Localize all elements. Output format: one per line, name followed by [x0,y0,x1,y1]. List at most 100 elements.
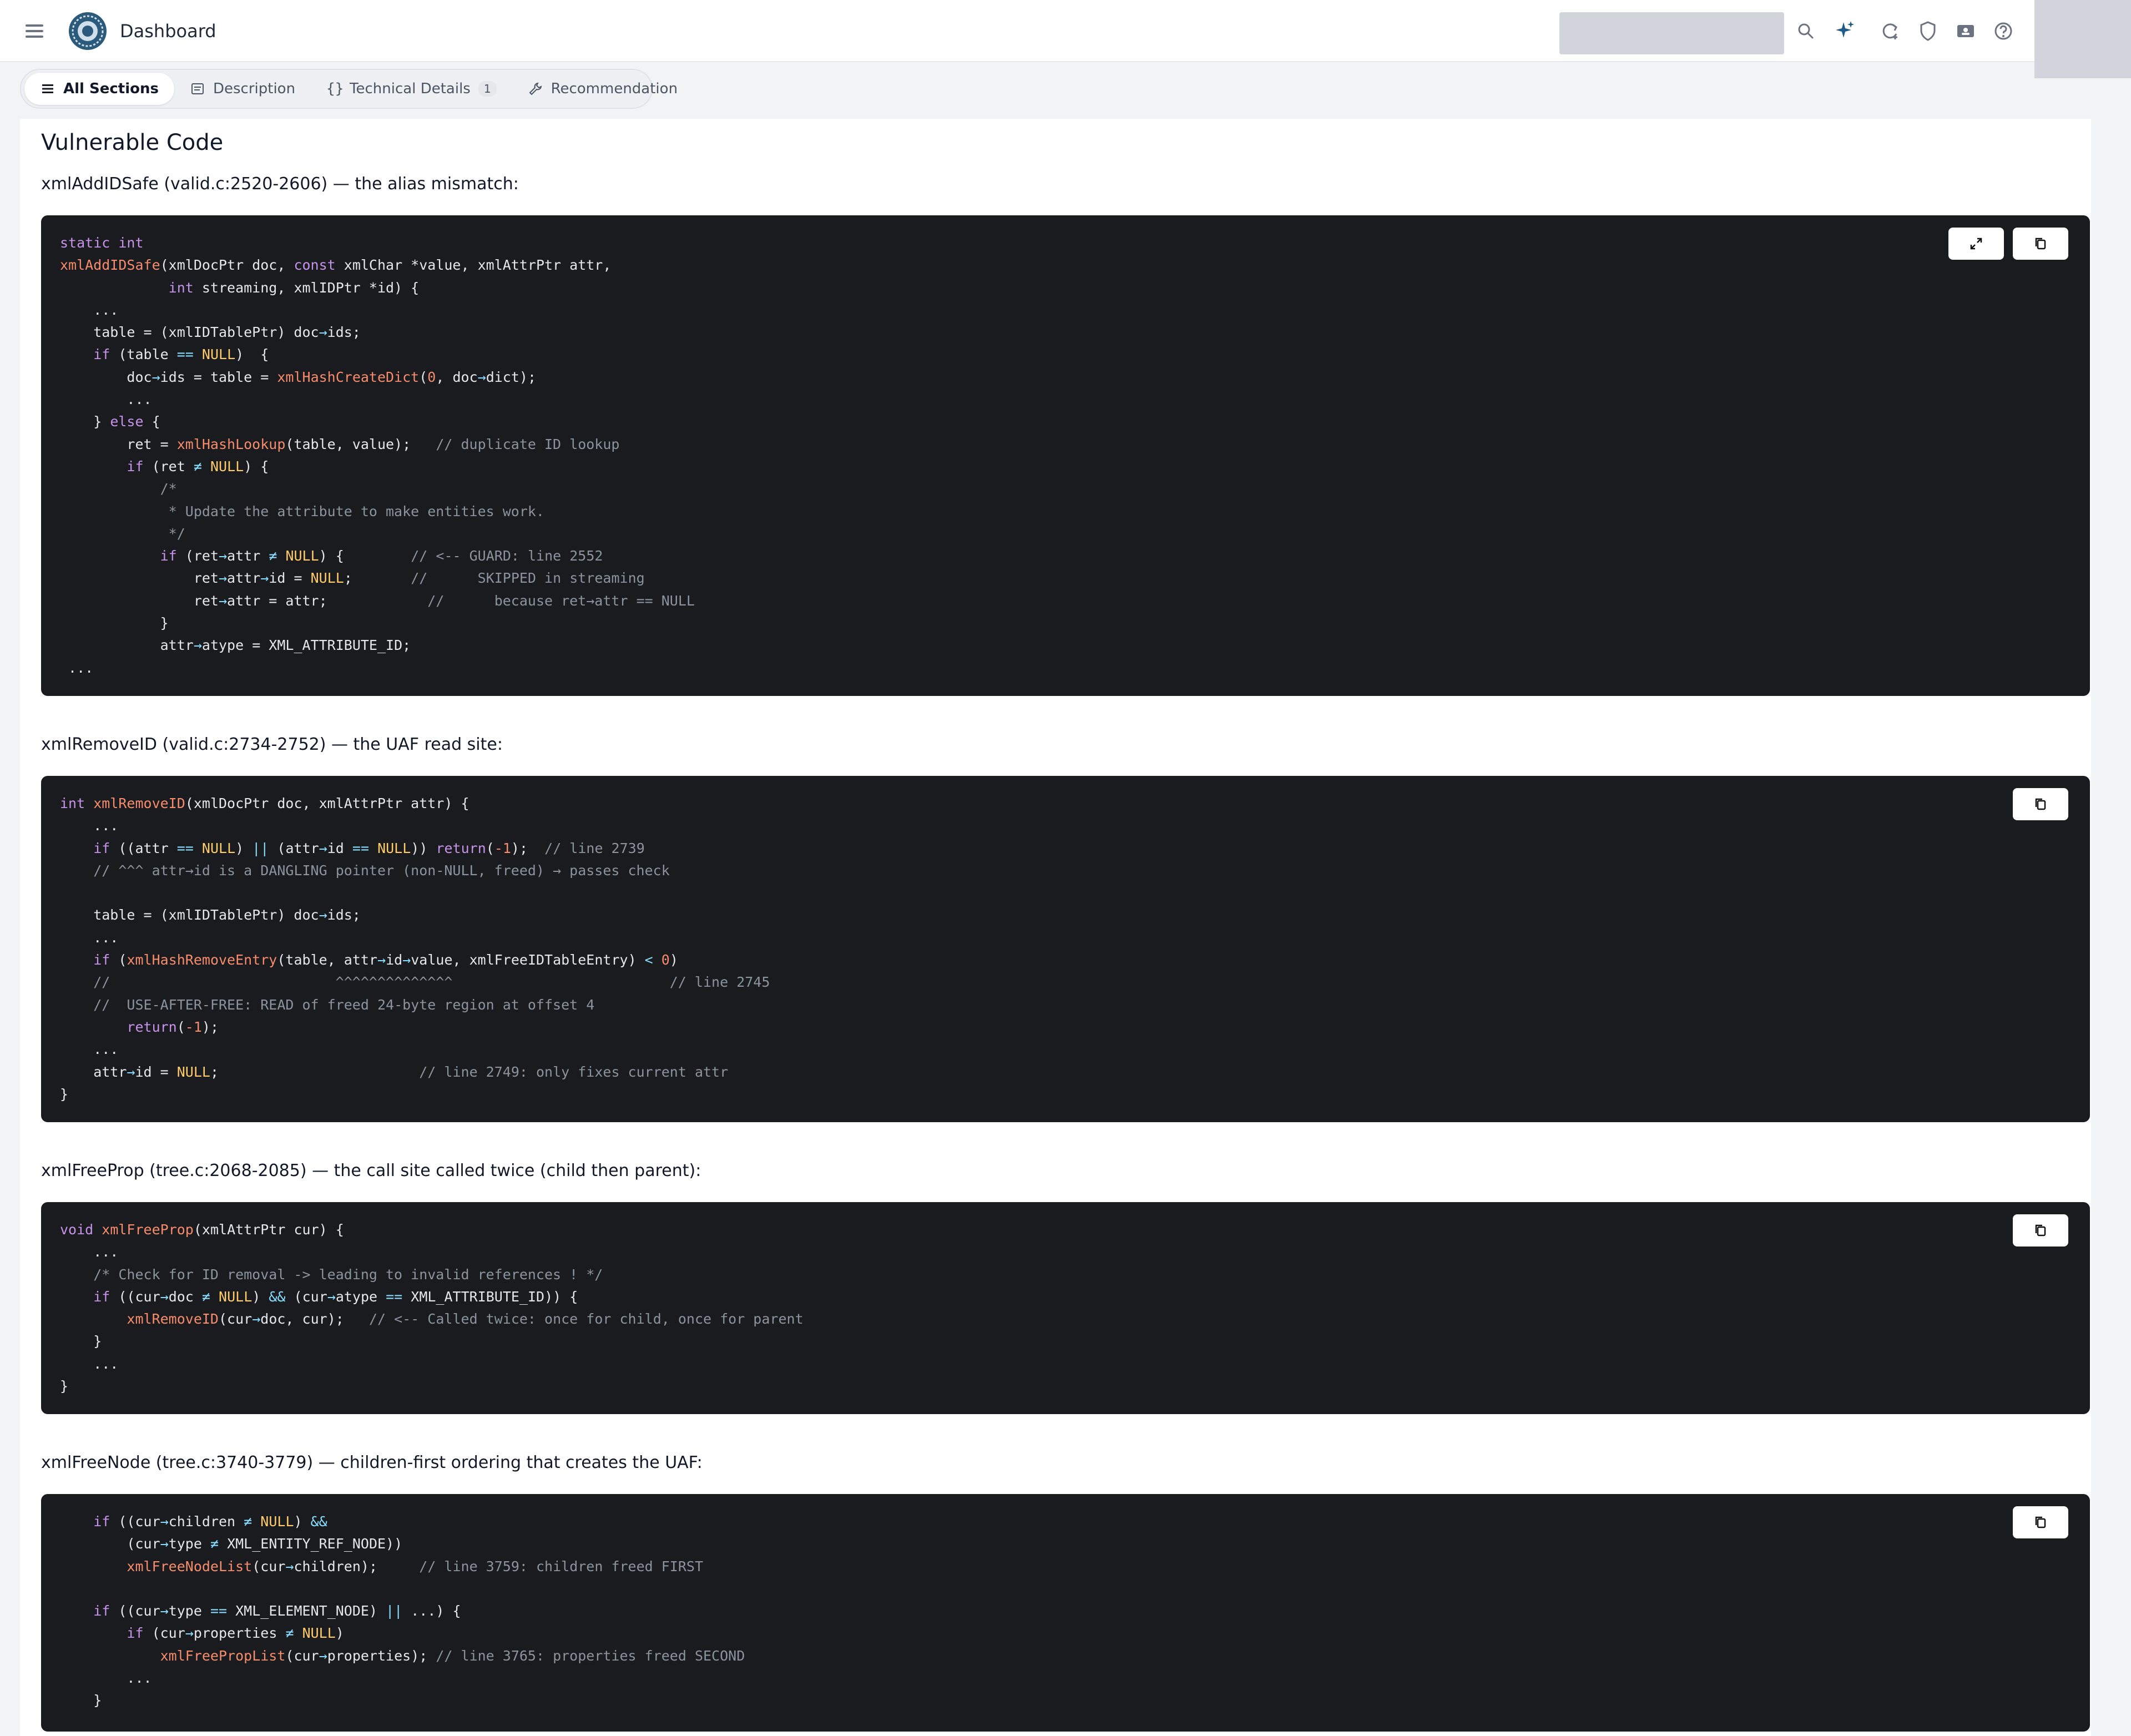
code-line: ... [60,391,152,408]
refresh-icon[interactable] [1878,19,1902,43]
code-line: /* Check for ID removal -> leading to in… [60,1266,603,1283]
tab-technical-details[interactable]: {} Technical Details 1 [311,73,512,105]
code-content: void xmlFreeProp(xmlAttrPtr cur) { ... /… [60,1219,804,1397]
app-title: Dashboard [120,21,216,42]
top-bar: Dashboard [0,0,2131,62]
expand-button[interactable] [1948,228,2004,260]
search-icon[interactable] [1794,19,1818,43]
section-title: Vulnerable Code [41,130,224,155]
copy-icon [2035,798,2046,810]
code-line: ret = xmlHashLookup(table, value); // du… [60,436,620,452]
tab-recommendation[interactable]: Recommendation [512,73,693,105]
logo[interactable] [68,11,108,51]
code-caption: xmlFreeNode (tree.c:3740-3779) — childre… [41,1453,703,1472]
code-line: table = (xmlIDTablePtr) doc→ids; [60,324,361,341]
copy-icon [2035,1224,2046,1237]
code-line: if (ret ≠ NULL) { [127,458,269,475]
copy-icon [2035,238,2046,250]
code-line: table = (xmlIDTablePtr) doc→ids; [60,907,361,923]
count-badge: 1 [478,81,497,97]
list-icon [42,84,53,93]
code-line: } [60,1378,69,1395]
document-icon [191,83,204,94]
search-input[interactable] [1559,12,1784,54]
expand-icon [1970,238,1982,250]
code-line: int xmlRemoveID(xmlDocPtr doc, xmlAttrPt… [60,795,469,811]
code-content: static int xmlAddIDSafe(xmlDocPtr doc, co… [60,232,695,679]
code-line: doc→ids = table = xmlHashCreateDict(0, d… [60,369,536,385]
copy-button[interactable] [2013,1506,2068,1538]
code-line: */ [60,525,185,542]
copy-button[interactable] [2013,228,2068,260]
code-line: if ((cur→doc ≠ NULL) && (cur→atype == XM… [93,1288,578,1305]
code-line: ret→attr→id = NULL; // SKIPPED in stream… [60,570,645,587]
copy-icon [2035,1516,2046,1528]
menu-icon[interactable] [23,20,46,42]
tab-description[interactable]: Description [174,73,311,105]
code-block[interactable]: void xmlFreeProp(xmlAttrPtr cur) { ... /… [41,1202,2090,1414]
code-line: static int [60,235,144,251]
tab-label: All Sections [63,80,159,97]
code-line: ... [60,1670,152,1687]
code-caption: xmlRemoveID (valid.c:2734-2752) — the UA… [41,735,503,754]
sparkle-icon[interactable] [1832,19,1857,43]
copy-button[interactable] [2013,1214,2068,1247]
code-line: } else { [60,413,160,430]
code-caption: xmlFreeProp (tree.c:2068-2085) — the cal… [41,1161,701,1180]
code-line: xmlFreePropList(cur→properties); // line… [160,1647,745,1664]
code-line: // USE-AFTER-FREE: READ of freed 24-byte… [93,996,595,1013]
code-line: if (ret→attr ≠ NULL) { // <-- GUARD: lin… [160,548,603,564]
code-line: if ((cur→children ≠ NULL) && [93,1513,327,1530]
code-line: ... [60,659,94,676]
help-icon[interactable] [1991,19,2016,43]
code-line: ... [60,817,119,834]
code-line: attr→id = NULL; // line 2749: only fixes… [60,1063,729,1080]
tab-label: Technical Details [350,80,471,97]
code-line: if ((cur→type == XML_ELEMENT_NODE) || ..… [93,1603,461,1619]
code-line: ... [60,1244,119,1260]
code-line: int streaming, xmlIDPtr *id) { [168,279,420,296]
code-content: int xmlRemoveID(xmlDocPtr doc, xmlAttrPt… [60,793,770,1106]
wrench-icon [529,82,542,95]
code-line: if (cur→properties ≠ NULL) [127,1625,344,1642]
code-line: if ((attr == NULL) || (attr→id == NULL))… [93,840,645,856]
tab-label: Description [213,80,296,97]
code-line: // ^^^ attr→id is a DANGLING pointer (no… [93,862,670,879]
code-line: if (table == NULL) { [93,346,269,363]
tab-label: Recommendation [551,80,678,97]
code-block[interactable]: static int xmlAddIDSafe(xmlDocPtr doc, co… [41,215,2090,696]
code-line: return(-1); [127,1018,219,1035]
braces-icon: {} [326,80,344,97]
code-caption: xmlAddIDSafe (valid.c:2520-2606) — the a… [41,174,519,194]
shield-icon[interactable] [1916,19,1940,43]
code-line: } [60,615,169,632]
code-line: ... [60,929,119,946]
content-panel: Vulnerable Code xmlAddIDSafe (valid.c:25… [20,119,2091,1736]
code-line: ... [60,1355,119,1372]
avatar[interactable] [2034,0,2131,78]
code-line: xmlAddIDSafe(xmlDocPtr doc, const xmlCha… [60,257,612,274]
tab-all-sections[interactable]: All Sections [24,73,174,105]
code-line: } [60,1333,102,1350]
code-content: if ((cur→children ≠ NULL) && (cur→type ≠… [60,1511,745,1712]
code-line: ... [60,301,119,318]
section-tabs: All Sections Description {} Technical De… [20,69,678,109]
copy-button[interactable] [2013,788,2068,820]
code-line: attr→atype = XML_ATTRIBUTE_ID; [60,637,411,654]
code-line: void xmlFreeProp(xmlAttrPtr cur) { [60,1222,344,1238]
code-line: // ^^^^^^^^^^^^^^ // line 2745 [93,974,770,991]
code-line: xmlRemoveID(cur→doc, cur); // <-- Called… [127,1311,804,1328]
code-line: ... [60,1041,119,1058]
code-line: /* [60,481,177,497]
code-line: xmlFreeNodeList(cur→children); // line 3… [127,1558,704,1574]
ticket-icon[interactable] [1953,19,1978,43]
code-block[interactable]: if ((cur→children ≠ NULL) && (cur→type ≠… [41,1494,2090,1732]
code-line: if (xmlHashRemoveEntry(table, attr→id→va… [93,952,678,968]
code-line: ret→attr = attr; // because ret→attr == … [60,592,695,609]
code-block[interactable]: int xmlRemoveID(xmlDocPtr doc, xmlAttrPt… [41,776,2090,1122]
code-line: * Update the attribute to make entities … [60,503,544,519]
code-line: } [60,1692,102,1709]
code-line: } [60,1086,69,1102]
